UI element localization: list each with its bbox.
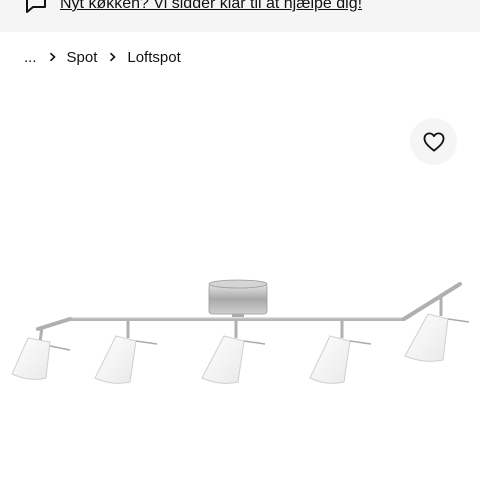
chevron-right-icon: [110, 52, 117, 62]
promo-link[interactable]: Nyt køkken? Vi sidder klar til at hjælpe…: [60, 0, 362, 14]
product-image: [11, 279, 470, 384]
favourite-button[interactable]: [410, 118, 457, 165]
chevron-right-icon: [49, 52, 56, 62]
breadcrumb: ... Spot Loftspot: [24, 46, 181, 68]
breadcrumb-loftspot[interactable]: Loftspot: [127, 49, 180, 66]
lamp-illustration: [11, 279, 470, 384]
breadcrumb-spot[interactable]: Spot: [67, 49, 98, 66]
promo-bar: Nyt køkken? Vi sidder klar til at hjælpe…: [0, 0, 480, 32]
heart-icon: [423, 131, 444, 152]
breadcrumb-ellipsis[interactable]: ...: [24, 49, 37, 66]
speech-bubble-icon: [26, 0, 46, 13]
